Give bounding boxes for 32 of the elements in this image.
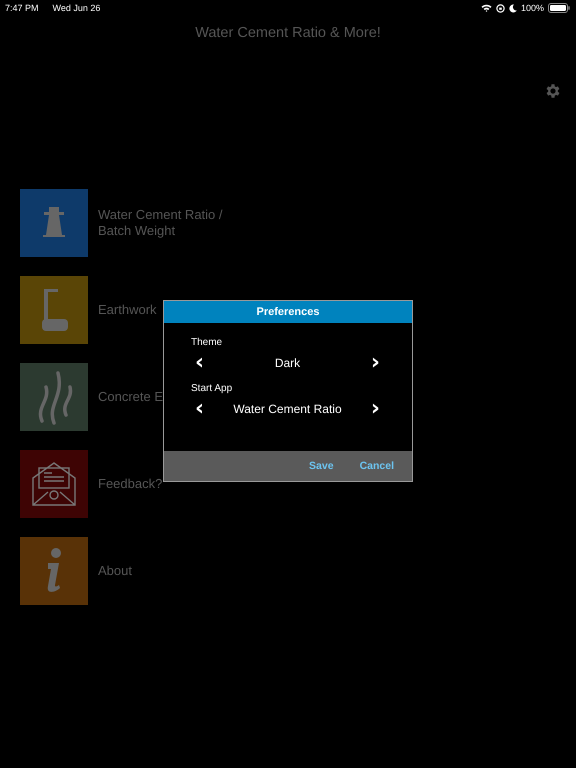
settings-icon[interactable] bbox=[544, 82, 562, 100]
menu-tile[interactable] bbox=[20, 363, 88, 431]
envelope-icon bbox=[31, 461, 77, 507]
menu-label: Earthwork bbox=[98, 302, 157, 318]
next-button[interactable]: › bbox=[366, 402, 384, 416]
setting-label: Theme bbox=[191, 337, 224, 348]
dialog-title: Preferences bbox=[164, 301, 412, 323]
setting-label: Start App bbox=[191, 383, 234, 394]
lock-rotation-icon bbox=[496, 4, 505, 12]
setting-value: Water Cement Ratio bbox=[233, 402, 342, 416]
status-date: Wed Jun 26 bbox=[52, 3, 100, 13]
menu-label: About bbox=[98, 563, 132, 579]
previous-button[interactable]: ‹ bbox=[191, 356, 208, 370]
moon-icon bbox=[508, 4, 517, 12]
previous-button[interactable]: ‹ bbox=[191, 402, 208, 416]
battery-icon bbox=[548, 3, 570, 13]
cancel-button[interactable]: Cancel bbox=[354, 456, 400, 476]
save-button[interactable]: Save bbox=[303, 456, 340, 476]
menu-tile[interactable] bbox=[20, 189, 88, 257]
next-button[interactable]: › bbox=[366, 356, 384, 370]
wifi-icon bbox=[480, 4, 492, 12]
menu-label: Feedback? bbox=[98, 476, 162, 492]
menu-tile[interactable] bbox=[20, 276, 88, 344]
menu-tile[interactable] bbox=[20, 450, 88, 518]
status-time: 7:47 PM bbox=[5, 3, 39, 13]
setting-value: Dark bbox=[274, 356, 300, 370]
battery-percent: 100% bbox=[520, 3, 544, 13]
menu-label: Water Cement Ratio / Batch Weight bbox=[98, 207, 223, 239]
menu-label: Concrete E bbox=[98, 389, 164, 405]
app-title: Water Cement Ratio & More! bbox=[195, 25, 381, 43]
menu-tile[interactable] bbox=[20, 537, 88, 605]
gauge-icon bbox=[39, 287, 69, 333]
